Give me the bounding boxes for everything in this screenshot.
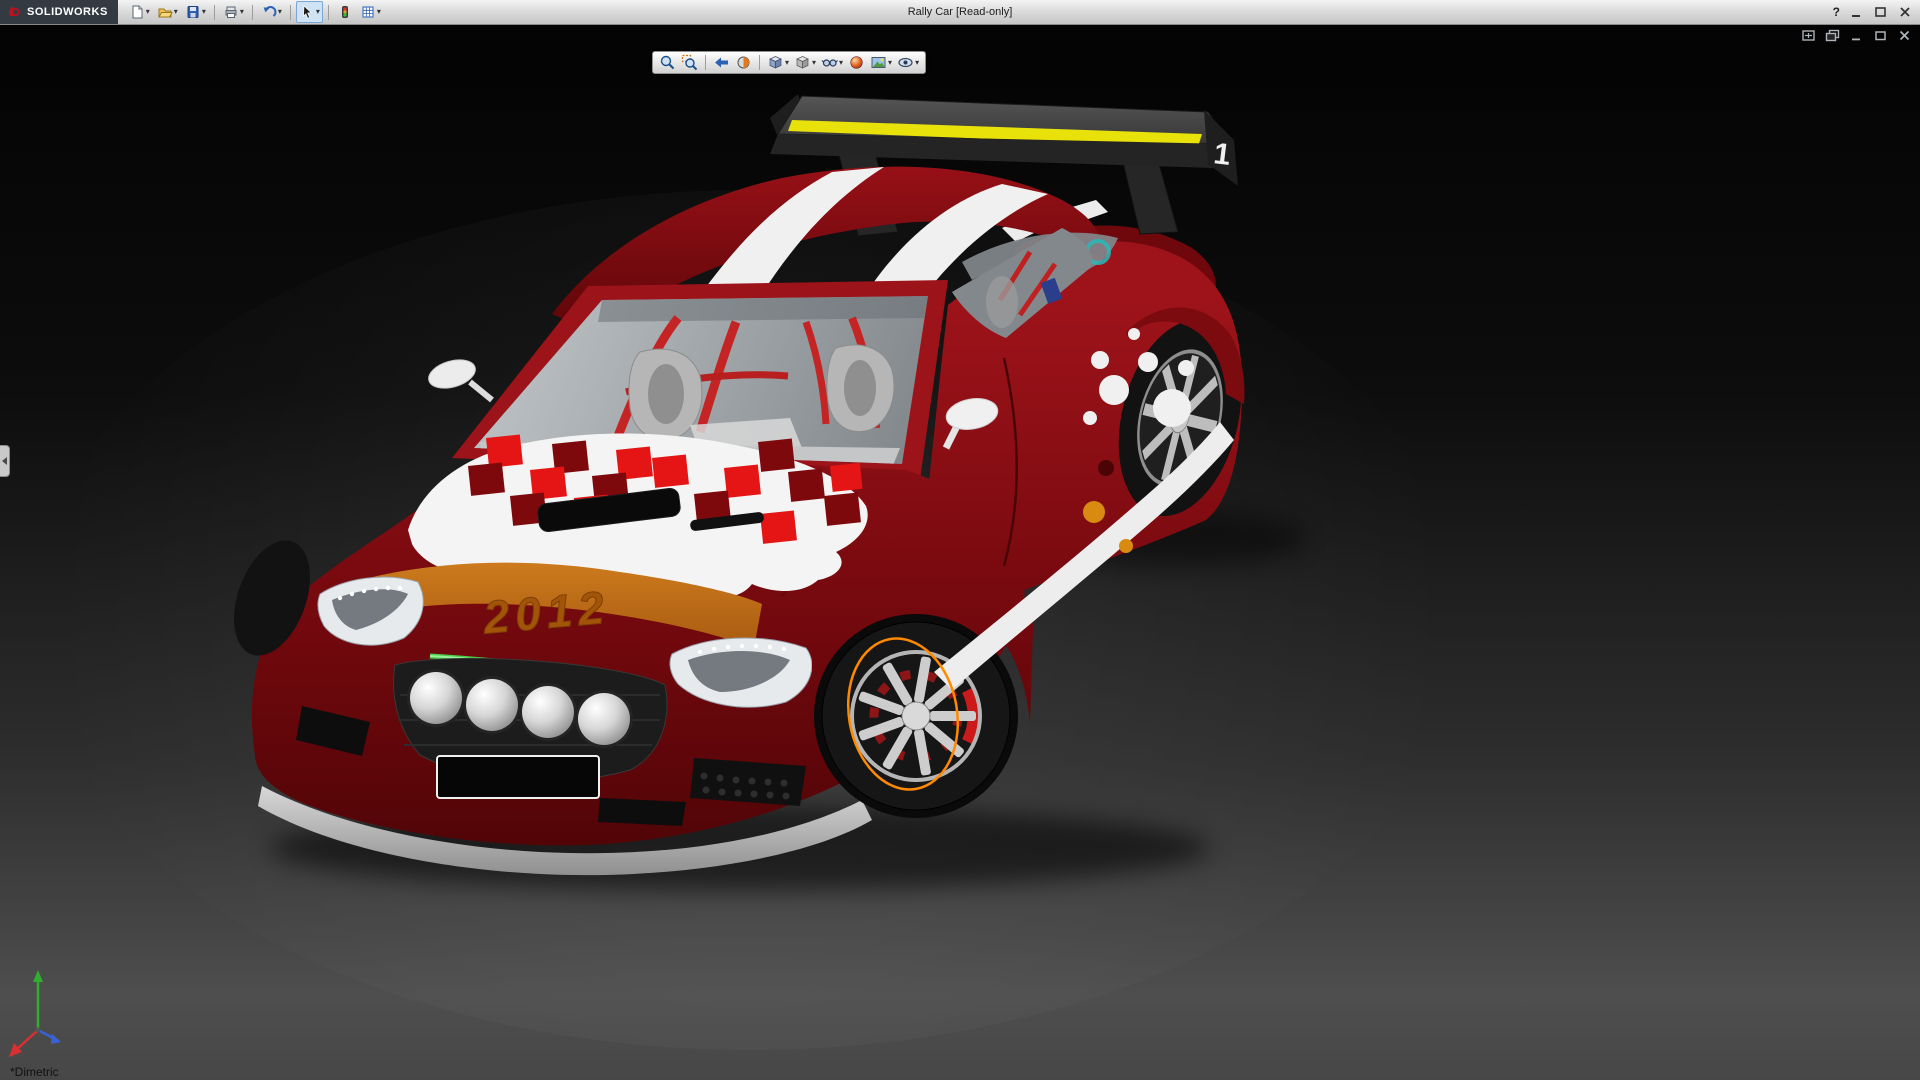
toolbar-separator <box>328 5 329 20</box>
section-view-button[interactable] <box>733 53 754 72</box>
display-style-icon <box>794 54 811 71</box>
save-icon <box>185 4 201 20</box>
dropdown-arrow-icon[interactable]: ▾ <box>785 59 789 67</box>
dropdown-arrow-icon[interactable]: ▾ <box>377 8 381 16</box>
section-view-icon <box>735 54 752 71</box>
undo-button[interactable]: ▾ <box>258 1 285 23</box>
help-button[interactable]: ? <box>1833 5 1840 19</box>
doc-minimize-button[interactable] <box>1849 29 1864 42</box>
edit-appearance-icon <box>848 54 865 71</box>
doc-close-button[interactable] <box>1897 29 1912 42</box>
minimize-button[interactable] <box>1850 6 1864 18</box>
rally-light-3[interactable] <box>522 686 574 738</box>
dropdown-arrow-icon[interactable]: ▾ <box>812 59 816 67</box>
previous-view-icon <box>713 54 730 71</box>
title-bar: SOLIDWORKS ▾ ▾ ▾ <box>0 0 1920 25</box>
select-button[interactable]: ▾ <box>296 1 323 23</box>
print-button[interactable]: ▾ <box>220 1 247 23</box>
toolbar-separator <box>705 55 706 70</box>
app-name: SOLIDWORKS <box>27 6 108 18</box>
zoom-to-area-button[interactable] <box>679 53 700 72</box>
toolbar-separator <box>759 55 760 70</box>
headlight-left[interactable] <box>318 577 423 645</box>
doc-float-button[interactable] <box>1825 29 1840 42</box>
chevron-left-icon <box>2 457 7 465</box>
toolbar-separator <box>290 5 291 20</box>
file-properties-button[interactable]: ▾ <box>357 1 384 23</box>
apply-scene-button[interactable]: ▾ <box>868 53 894 72</box>
graphics-viewport[interactable]: 1 <box>0 24 1920 1080</box>
scene-canvas[interactable]: 1 <box>0 24 1920 1080</box>
view-settings-icon <box>897 54 914 71</box>
zoom-to-area-icon <box>681 54 698 71</box>
dropdown-arrow-icon[interactable]: ▾ <box>839 59 843 67</box>
print-icon <box>223 4 239 20</box>
dropdown-arrow-icon[interactable]: ▾ <box>202 8 206 16</box>
toolbar-separator <box>252 5 253 20</box>
window-controls: ? <box>1833 5 1920 19</box>
dropdown-arrow-icon[interactable]: ▾ <box>240 8 244 16</box>
license-plate[interactable] <box>437 756 599 798</box>
rally-light-1[interactable] <box>410 672 462 724</box>
rally-light-4[interactable] <box>578 693 630 745</box>
display-style-button[interactable]: ▾ <box>792 53 818 72</box>
apply-scene-icon <box>870 54 887 71</box>
doc-restore-button[interactable] <box>1873 29 1888 42</box>
open-document-button[interactable]: ▾ <box>154 1 181 23</box>
undo-icon <box>261 4 277 20</box>
solidworks-logo: SOLIDWORKS <box>0 0 118 24</box>
rebuild-icon <box>337 4 353 20</box>
select-cursor-icon <box>299 4 315 20</box>
dropdown-arrow-icon[interactable]: ▾ <box>316 8 320 16</box>
view-orientation-label: *Dimetric <box>10 1065 59 1079</box>
view-orientation-button[interactable]: ▾ <box>765 53 791 72</box>
dropdown-arrow-icon[interactable]: ▾ <box>915 59 919 67</box>
open-folder-icon <box>157 4 173 20</box>
dropdown-arrow-icon[interactable]: ▾ <box>278 8 282 16</box>
dropdown-arrow-icon[interactable]: ▾ <box>146 8 150 16</box>
view-settings-button[interactable]: ▾ <box>895 53 921 72</box>
featuremanager-collapse-tab[interactable] <box>0 445 10 477</box>
main-toolbar: ▾ ▾ ▾ ▾ <box>126 1 384 23</box>
bumper-vent-right[interactable] <box>690 758 806 806</box>
dropdown-arrow-icon[interactable]: ▾ <box>174 8 178 16</box>
hide-show-items-icon <box>821 54 838 71</box>
doc-maximize-button[interactable] <box>1801 29 1816 42</box>
new-document-button[interactable]: ▾ <box>126 1 153 23</box>
new-document-icon <box>129 4 145 20</box>
rebuild-button[interactable] <box>334 1 356 23</box>
zoom-to-fit-button[interactable] <box>657 53 678 72</box>
bumper-vent-center[interactable] <box>598 798 686 826</box>
hide-show-items-button[interactable]: ▾ <box>819 53 845 72</box>
edit-appearance-button[interactable] <box>846 53 867 72</box>
zoom-to-fit-icon <box>659 54 676 71</box>
heads-up-view-toolbar: ▾ ▾ ▾ <box>652 51 926 74</box>
view-orientation-cube-icon <box>767 54 784 71</box>
save-button[interactable]: ▾ <box>182 1 209 23</box>
previous-view-button[interactable] <box>711 53 732 72</box>
file-properties-icon <box>360 4 376 20</box>
close-button[interactable] <box>1898 6 1912 18</box>
toolbar-separator <box>214 5 215 20</box>
document-window-controls <box>1801 29 1912 42</box>
rally-light-2[interactable] <box>466 679 518 731</box>
dropdown-arrow-icon[interactable]: ▾ <box>888 59 892 67</box>
dassault-logo-icon <box>6 4 22 20</box>
hood-year-decal: 2012 <box>480 581 611 644</box>
maximize-button[interactable] <box>1874 6 1888 18</box>
